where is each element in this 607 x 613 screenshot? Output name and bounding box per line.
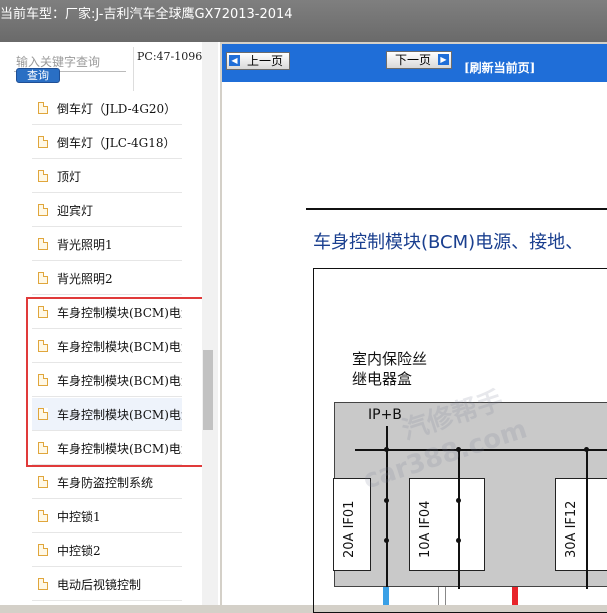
fuse-box-caption-1: 室内保险丝 — [352, 350, 428, 368]
title-bar: 当前车型：厂家:J-吉利汽车全球鹰GX72013-2014 — [0, 0, 607, 42]
tree-item-label: 车身控制模块(BCM)电源 — [57, 441, 182, 456]
tree-item-label: 车身控制模块(BCM)电源 — [57, 305, 182, 320]
tree-item-label: 背光照明1 — [57, 237, 113, 252]
fuse-if01-label: 20A IF01 — [342, 500, 357, 558]
tree-item[interactable]: 车身控制模块(BCM)电源 — [32, 364, 182, 397]
sidebar-scrollbar[interactable] — [202, 42, 218, 605]
tree-item[interactable]: 车身控制模块(BCM)电源 — [32, 432, 182, 465]
tree-item-label: 中控锁2 — [57, 543, 101, 558]
document-icon — [38, 340, 48, 352]
tree-item-label: 车身控制模块(BCM)电源 — [57, 373, 182, 388]
tree-item[interactable]: 倒车灯（JLC-4G18） — [32, 126, 182, 159]
document-icon — [38, 306, 48, 318]
tree-item-label: 车身防盗控制系统 — [57, 475, 154, 490]
tree-item[interactable]: 倒车灯（JLD-4G20） — [32, 92, 182, 125]
feed-line — [386, 426, 388, 451]
tree-item-label: 倒车灯（JLC-4G18） — [57, 135, 176, 150]
tree-item[interactable]: 背光照明1 — [32, 228, 182, 261]
current-model-title: 当前车型：厂家:J-吉利汽车全球鹰GX72013-2014 — [0, 7, 293, 22]
refresh-page-link[interactable]: [刷新当前页] — [464, 59, 535, 76]
tree-item[interactable]: 顶灯 — [32, 160, 182, 193]
search-button[interactable]: 查询 — [16, 68, 60, 83]
page-top-rule — [306, 208, 607, 210]
document-icon — [38, 544, 48, 556]
next-page-button[interactable]: 下一页 ▶ — [386, 51, 452, 69]
wire-blue — [383, 587, 389, 605]
fuse-terminal — [384, 498, 389, 503]
wire-red — [512, 587, 518, 605]
fuse-terminal — [384, 538, 389, 543]
document-icon — [38, 510, 48, 522]
tree-item[interactable]: 中控锁1 — [32, 500, 182, 533]
arrow-left-icon: ◀ — [229, 55, 240, 66]
divider — [133, 47, 134, 91]
tree-item-label: 背光照明2 — [57, 271, 113, 286]
document-icon — [38, 102, 48, 114]
tree-item[interactable]: 电动后视镜控制 — [32, 568, 182, 601]
tree-item-label: 顶灯 — [57, 169, 82, 184]
power-label: IP+B — [368, 407, 402, 423]
arrow-right-icon: ▶ — [438, 54, 449, 65]
fuse-if12-wire — [586, 451, 588, 589]
fuse-if01-wire — [386, 451, 388, 589]
document-icon — [38, 476, 48, 488]
tree-item-label: 倒车灯（JLD-4G20） — [57, 101, 177, 116]
document-icon — [38, 170, 48, 182]
document-icon — [38, 238, 48, 250]
document-icon — [38, 272, 48, 284]
prev-page-button[interactable]: ◀ 上一页 — [226, 52, 290, 70]
tree-item[interactable]: 中控锁2 — [32, 534, 182, 567]
document-icon — [38, 204, 48, 216]
wire-white — [438, 587, 446, 605]
tree-item-label: 车身控制模块(BCM)电源 — [57, 407, 182, 422]
fuse-if04-label: 10A IF04 — [418, 500, 433, 558]
fuse-if12 — [555, 478, 607, 571]
tree-item[interactable]: 迎宾灯 — [32, 194, 182, 227]
next-page-label: 下一页 — [394, 53, 431, 67]
document-icon — [38, 578, 48, 590]
document-icon — [38, 408, 48, 420]
tree-item-label: 迎宾灯 — [57, 203, 94, 218]
tree-item[interactable]: 车身控制模块(BCM)电源 — [32, 398, 182, 431]
tree-item[interactable]: 车身控制模块(BCM)电源 — [32, 296, 182, 329]
fuse-if04-wire — [458, 451, 460, 589]
diagram-title: 车身控制模块(BCM)电源、接地、 — [313, 232, 584, 253]
prev-page-label: 上一页 — [246, 54, 283, 68]
power-bus-line — [355, 449, 607, 451]
tree-item[interactable]: 车身控制模块(BCM)电源 — [32, 330, 182, 363]
tree-item[interactable]: 车身防盗控制系统 — [32, 466, 182, 499]
tree-item-label: 电动后视镜控制 — [57, 577, 142, 592]
pc-code-label: PC:47-10964 — [137, 50, 210, 63]
fuse-terminal — [456, 538, 461, 543]
document-icon — [38, 442, 48, 454]
tree-item-label: 中控锁1 — [57, 509, 101, 524]
document-icon — [38, 374, 48, 386]
fuse-if12-label: 30A IF12 — [564, 500, 579, 558]
tree-item[interactable]: 背光照明2 — [32, 262, 182, 295]
fuse-box-caption-2: 继电器盒 — [352, 370, 413, 388]
fuse-terminal — [456, 498, 461, 503]
tree-item-label: 车身控制模块(BCM)电源 — [57, 339, 182, 354]
document-icon — [38, 136, 48, 148]
scrollbar-thumb[interactable] — [203, 350, 213, 430]
